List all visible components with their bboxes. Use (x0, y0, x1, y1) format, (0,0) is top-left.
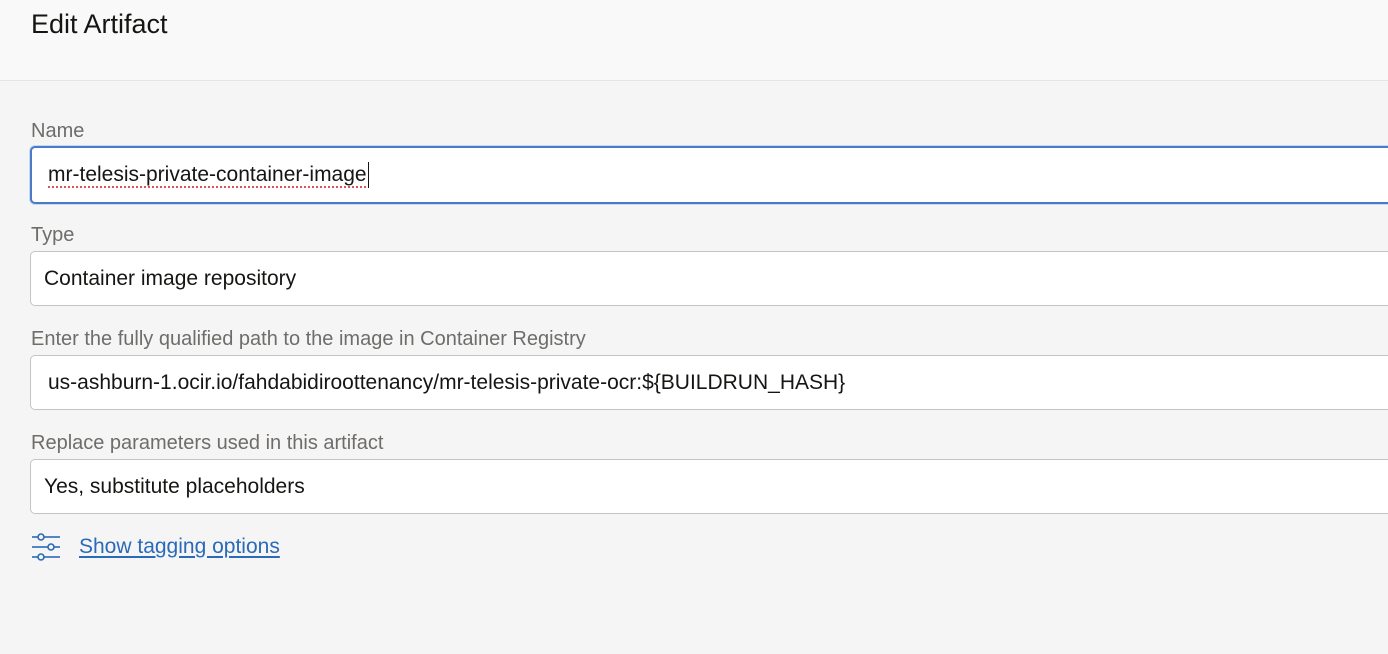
tagging-toggle[interactable]: Show tagging options (31, 532, 280, 562)
image-path-label: Enter the fully qualified path to the im… (31, 328, 586, 350)
replace-params-select[interactable]: Yes, substitute placeholders (30, 459, 1388, 514)
name-input-value: mr-telesis-private-container-image (48, 163, 367, 186)
type-label: Type (31, 224, 75, 246)
name-label: Name (31, 120, 85, 142)
name-input-value-wrap: mr-telesis-private-container-image (48, 148, 370, 202)
name-input[interactable]: mr-telesis-private-container-image (30, 146, 1388, 204)
image-path-input[interactable]: us-ashburn-1.ocir.io/fahdabidiroottenanc… (30, 355, 1388, 410)
panel-header: Edit Artifact (0, 0, 1388, 81)
type-select[interactable]: Container image repository (30, 251, 1388, 306)
sliders-icon (31, 532, 61, 562)
page-title: Edit Artifact (31, 9, 168, 39)
image-path-input-value: us-ashburn-1.ocir.io/fahdabidiroottenanc… (48, 370, 846, 394)
text-caret (367, 162, 370, 188)
type-select-value: Container image repository (44, 266, 297, 290)
replace-params-select-value: Yes, substitute placeholders (44, 474, 305, 498)
show-tagging-options-link[interactable]: Show tagging options (79, 535, 280, 559)
edit-artifact-form: Name mr-telesis-private-container-image … (0, 81, 1388, 654)
replace-params-label: Replace parameters used in this artifact (31, 432, 384, 454)
